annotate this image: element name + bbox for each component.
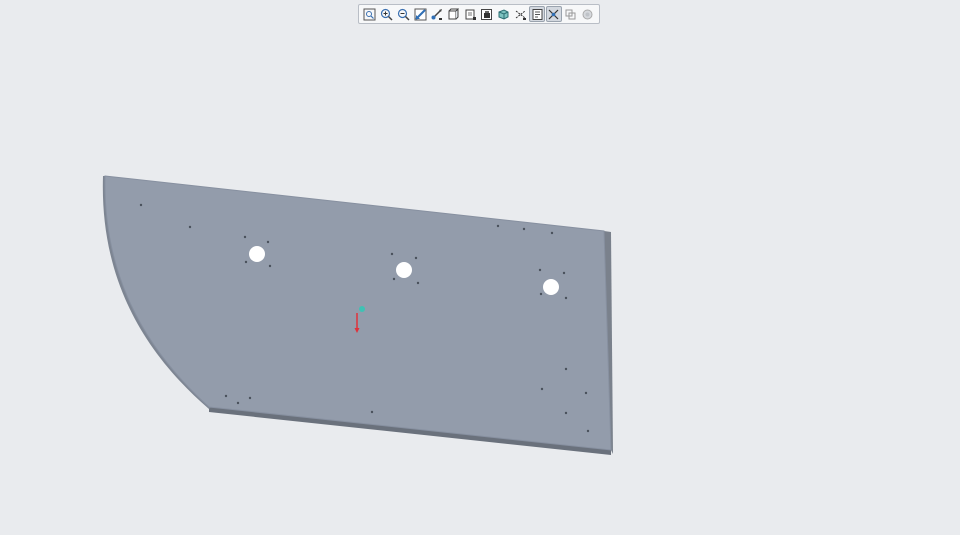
zoom-in-button[interactable] xyxy=(379,6,395,22)
view-toolbar xyxy=(358,4,600,24)
repaint-button[interactable] xyxy=(412,6,428,22)
model-scene[interactable] xyxy=(0,0,960,535)
zoom-out-icon xyxy=(397,8,410,21)
display-style-button[interactable] xyxy=(462,6,478,22)
display-style-icon xyxy=(465,9,476,20)
zoom-fit-icon xyxy=(363,8,376,20)
perspective-button[interactable] xyxy=(496,6,512,22)
perspective-icon xyxy=(498,8,509,20)
appearance-icon xyxy=(582,9,593,19)
graphics-viewport[interactable] xyxy=(0,0,960,535)
datum-display-icon xyxy=(515,10,526,20)
spin-center-icon xyxy=(548,9,559,19)
zoom-out-button[interactable] xyxy=(395,6,411,22)
plate-face[interactable] xyxy=(104,175,612,451)
annotation-display-button[interactable] xyxy=(529,6,545,22)
datum-display-button[interactable] xyxy=(512,6,528,22)
saved-views-icon xyxy=(448,7,459,19)
layers-icon xyxy=(565,9,576,19)
appearance-button[interactable] xyxy=(579,6,595,22)
saved-views-button[interactable] xyxy=(446,6,462,22)
zoom-in-icon xyxy=(380,8,393,21)
repaint-icon xyxy=(414,8,427,20)
section-view-icon xyxy=(481,8,493,20)
view-orient-icon xyxy=(431,8,443,20)
zoom-fit-button[interactable] xyxy=(362,6,378,22)
view-orient-button[interactable] xyxy=(429,6,445,22)
layers-button[interactable] xyxy=(563,6,579,22)
section-view-button[interactable] xyxy=(479,6,495,22)
annotation-display-icon xyxy=(532,8,543,20)
spin-center-button[interactable] xyxy=(545,6,562,22)
